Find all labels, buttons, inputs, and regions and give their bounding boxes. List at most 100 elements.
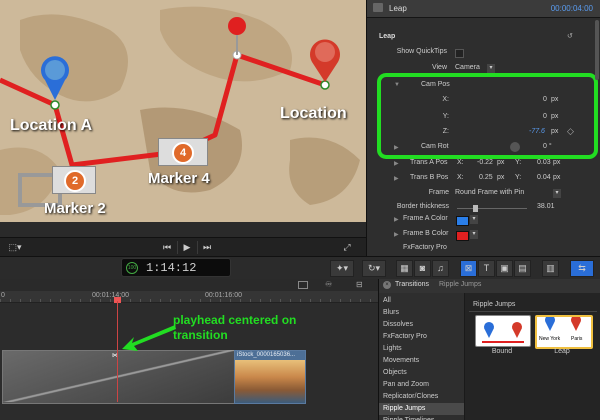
browser-breadcrumb: Ripple Jumps: [439, 281, 482, 288]
timecode-percent: 100: [126, 262, 138, 274]
category-item[interactable]: FxFactory Pro: [383, 331, 463, 343]
map-preview: Location A Location Marker 2 Marker 4 2 …: [0, 0, 366, 222]
location-a-label: Location A: [10, 117, 93, 134]
view-label: View: [431, 64, 447, 71]
disclosure-closed-icon[interactable]: ▶: [394, 175, 399, 182]
play-icon[interactable]: ▶: [178, 241, 196, 254]
clip-name: iStock_0000165036...: [235, 351, 305, 360]
quicktips-row: Show QuickTips: [367, 45, 600, 62]
leap-thumb-text2: Paris: [571, 336, 583, 342]
marker-4-frame: 4: [158, 138, 208, 166]
frame-dropdown-icon[interactable]: ▾: [553, 189, 561, 198]
video-clip[interactable]: iStock_0000165036...: [234, 350, 306, 404]
category-item[interactable]: Pan and Zoom: [383, 379, 463, 391]
x-value[interactable]: 0: [543, 96, 547, 103]
trans-b-x[interactable]: 0.25: [479, 174, 493, 181]
retime-menu-icon[interactable]: ↻▾: [362, 260, 386, 277]
viewer: Location A Location Marker 2 Marker 4 2 …: [0, 0, 366, 237]
bound-thumbnail[interactable]: [475, 315, 531, 347]
transition-thumbnails: Ripple Jumps Bound New York Paris Leap: [465, 293, 600, 420]
rotation-dial[interactable]: [510, 142, 520, 152]
category-item[interactable]: Dissolves: [383, 319, 463, 331]
effects-icon[interactable]: ▥: [542, 260, 559, 277]
cam-rot-value[interactable]: 0 °: [543, 143, 552, 150]
music-icon[interactable]: ♫: [432, 260, 449, 277]
category-item[interactable]: Ripple Timelines: [383, 415, 463, 420]
skip-forward-icon[interactable]: ⏭: [198, 241, 216, 254]
quicktips-checkbox[interactable]: [455, 49, 464, 58]
titles-icon[interactable]: T: [478, 260, 495, 277]
marker-2-badge: 2: [64, 170, 86, 192]
close-icon[interactable]: ×: [383, 281, 391, 289]
inspector-toggle-icon[interactable]: ⇆: [570, 260, 594, 277]
frame-select[interactable]: Round Frame with Pin: [455, 189, 524, 196]
border-slider-thumb[interactable]: [473, 205, 478, 212]
skip-back-icon[interactable]: ⏮: [158, 241, 176, 254]
leap-thumbnail[interactable]: New York Paris: [535, 315, 593, 349]
unit: px: [497, 159, 505, 166]
z-value[interactable]: -77.6: [529, 128, 545, 135]
skimming-icon[interactable]: ♾: [325, 280, 332, 289]
border-value[interactable]: 38.01: [537, 203, 555, 210]
reset-icon[interactable]: ↺: [567, 32, 573, 40]
frame-b-color-swatch[interactable]: [456, 231, 469, 241]
category-item[interactable]: Lights: [383, 343, 463, 355]
category-item[interactable]: Blurs: [383, 307, 463, 319]
x-unit: px: [551, 96, 559, 103]
category-item[interactable]: Objects: [383, 367, 463, 379]
section-title: Leap: [379, 33, 396, 40]
inspector: Leap 00:00:04:00 Leap ↺ Show QuickTips V…: [366, 0, 600, 256]
category-item-selected[interactable]: Ripple Jumps: [379, 403, 464, 415]
view-select[interactable]: Camera: [455, 64, 480, 71]
y-value[interactable]: 0: [543, 113, 547, 120]
fullscreen-icon[interactable]: ⤢: [338, 241, 356, 254]
clip-appearance-icon[interactable]: [298, 281, 308, 289]
trans-a-x[interactable]: -0.22: [477, 159, 493, 166]
timecode-display[interactable]: 100 1:14:12: [121, 258, 231, 277]
view-options-icon[interactable]: ⬚▾: [6, 241, 24, 254]
clip-thumbnail: [235, 360, 305, 403]
snapping-icon[interactable]: ⊟: [356, 280, 363, 289]
disclosure-closed-icon[interactable]: ▶: [394, 160, 399, 167]
themes-icon[interactable]: ▤: [514, 260, 531, 277]
camera-icon[interactable]: ◙: [414, 260, 431, 277]
bound-preview: [482, 322, 524, 343]
transitions-icon[interactable]: ⊠: [460, 260, 477, 277]
unit: px: [553, 174, 561, 181]
category-item[interactable]: Movements: [383, 355, 463, 367]
playhead[interactable]: [117, 301, 118, 402]
cam-pos-label: Cam Pos: [421, 81, 450, 88]
trans-b-label: Trans B Pos: [410, 174, 449, 181]
annotation-arrow: [122, 325, 176, 351]
disclosure-open-icon[interactable]: ▼: [394, 82, 400, 88]
trans-a-y[interactable]: 0.03: [537, 159, 551, 166]
x-label: X:: [457, 159, 464, 166]
border-slider-track[interactable]: [457, 208, 527, 209]
trans-b-y[interactable]: 0.04: [537, 174, 551, 181]
category-item[interactable]: Replicator/Clones: [383, 391, 463, 403]
divider: [469, 311, 597, 312]
generators-icon[interactable]: ▣: [496, 260, 513, 277]
keyframe-icon[interactable]: ◇: [567, 126, 574, 137]
color-dropdown-icon[interactable]: ▾: [470, 230, 478, 239]
y-label: Y:: [515, 159, 522, 166]
frame-a-color-swatch[interactable]: [456, 216, 469, 226]
timeline: ♾ ⊟ 0 00:01:14:00 00:01:16:00 ⋈ iStock_0…: [0, 279, 378, 420]
color-dropdown-icon[interactable]: ▾: [470, 215, 478, 224]
marker-2-frame: 2: [52, 166, 96, 194]
library-icon[interactable]: ▦: [396, 260, 413, 277]
category-item[interactable]: All: [383, 295, 463, 307]
timeline-header: ♾ ⊟: [0, 279, 378, 291]
cam-rot-label: Cam Rot: [421, 143, 449, 150]
browser-header: × Transitions Ripple Jumps: [379, 279, 600, 294]
disclosure-closed-icon[interactable]: ▶: [394, 144, 399, 151]
timecode-value: 1:14:12: [146, 261, 197, 275]
ruler-label: 00:01:16:00: [205, 292, 242, 299]
cam-rot-row: ▶ Cam Rot 0 °: [367, 140, 600, 157]
disclosure-closed-icon[interactable]: ▶: [394, 216, 399, 223]
disclosure-closed-icon[interactable]: ▶: [394, 231, 399, 238]
inspector-scrollbar[interactable]: [595, 20, 599, 80]
tools-menu-icon[interactable]: ✦▾: [330, 260, 354, 277]
view-dropdown-icon[interactable]: ▾: [487, 64, 495, 73]
